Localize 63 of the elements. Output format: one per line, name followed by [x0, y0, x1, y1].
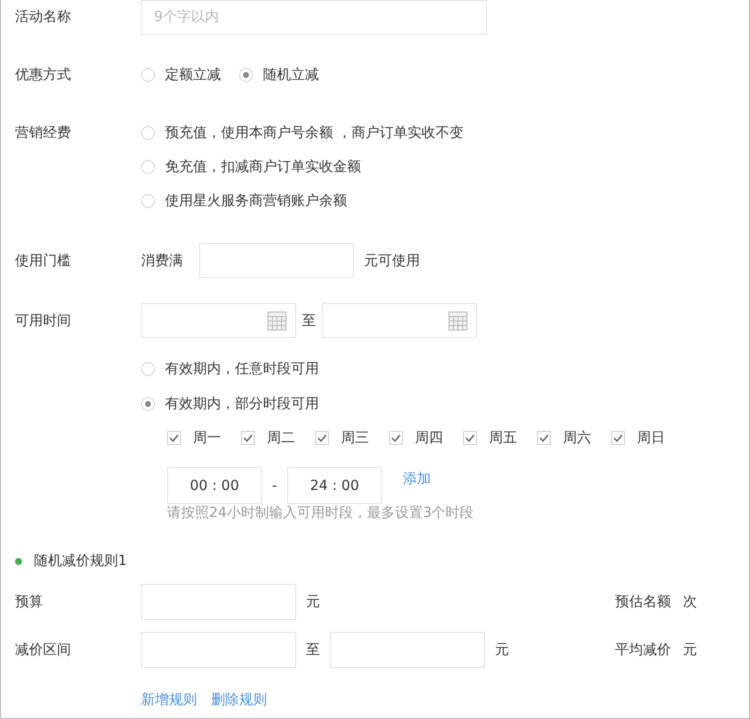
field-label: 可用时间 — [15, 312, 72, 330]
start-time-field[interactable]: 00 : 00 — [167, 467, 262, 504]
field-label: 优惠方式 — [15, 66, 72, 85]
end-time-field[interactable]: 24 : 00 — [287, 467, 382, 504]
calendar-icon[interactable] — [267, 310, 287, 330]
checkbox[interactable] — [315, 431, 329, 445]
unit-text: 次 — [683, 593, 697, 611]
weekday-label: 周六 — [563, 429, 591, 447]
suffix-text: 元可使用 — [364, 252, 420, 270]
dash-text: - — [272, 478, 278, 494]
option-label: 有效期内，部分时段可用 — [165, 394, 319, 412]
estimate-label: 预估名额 — [615, 593, 671, 611]
unit-text: 元 — [683, 641, 697, 659]
checkbox[interactable] — [167, 431, 181, 445]
section-title: 随机减价规则1 — [34, 552, 127, 570]
option-label: 使用星火服务商营销账户余额 — [165, 192, 347, 210]
radio-button[interactable] — [141, 126, 155, 140]
option-label: 定额立减 — [165, 66, 221, 84]
option-label: 有效期内，任意时段可用 — [165, 360, 319, 378]
status-dot — [15, 558, 22, 564]
end-date-field[interactable] — [322, 303, 477, 338]
rule-link[interactable]: 新增规则 — [141, 691, 197, 709]
option-label: 随机立减 — [263, 66, 319, 84]
radio-button[interactable] — [141, 194, 155, 208]
unit-text: 元 — [306, 593, 320, 611]
weekday-label: 周二 — [267, 429, 295, 447]
field-label: 减价区间 — [15, 641, 72, 660]
min-price-field[interactable] — [141, 632, 296, 668]
prefix-text: 消费满 — [141, 252, 183, 270]
calendar-icon[interactable] — [448, 310, 468, 330]
weekday-label: 周三 — [341, 429, 369, 447]
checkbox[interactable] — [241, 431, 255, 445]
checkbox[interactable] — [389, 431, 403, 445]
hint-text: 请按照24小时制输入可用时段，最多设置3个时段 — [167, 504, 474, 522]
average-label: 平均减价 — [615, 641, 671, 659]
unit-text: 元 — [495, 641, 509, 659]
weekday-label: 周五 — [489, 429, 517, 447]
weekday-label: 周一 — [193, 429, 221, 447]
field-label: 营销经费 — [15, 124, 72, 143]
option-label: 预充值，使用本商户号余额 ，商户订单实收不变 — [165, 124, 464, 142]
add-link[interactable]: 添加 — [403, 470, 432, 488]
start-date-field[interactable] — [141, 303, 296, 338]
radio-button[interactable] — [141, 68, 155, 82]
checkbox[interactable] — [463, 431, 477, 445]
threshold-field[interactable] — [199, 243, 354, 278]
radio-button[interactable] — [141, 362, 155, 376]
option-label: 免充值，扣减商户订单实收金额 — [165, 158, 361, 176]
max-price-field[interactable] — [330, 632, 485, 668]
radio-button[interactable] — [239, 68, 253, 82]
field-label: 活动名称 — [15, 8, 72, 27]
budget-field[interactable] — [141, 584, 296, 620]
weekday-label: 周日 — [637, 429, 665, 447]
checkbox[interactable] — [537, 431, 551, 445]
checkbox[interactable] — [611, 431, 625, 445]
radio-button[interactable] — [141, 160, 155, 174]
rule-link[interactable]: 删除规则 — [211, 691, 267, 709]
field-label: 使用门槛 — [15, 252, 72, 270]
activity-name-field[interactable]: 9个字以内 — [141, 0, 487, 34]
weekday-label: 周四 — [415, 429, 443, 447]
separator-text: 至 — [306, 641, 320, 659]
field-label: 预算 — [15, 593, 44, 612]
radio-button[interactable] — [141, 396, 155, 410]
separator-text: 至 — [302, 312, 316, 330]
